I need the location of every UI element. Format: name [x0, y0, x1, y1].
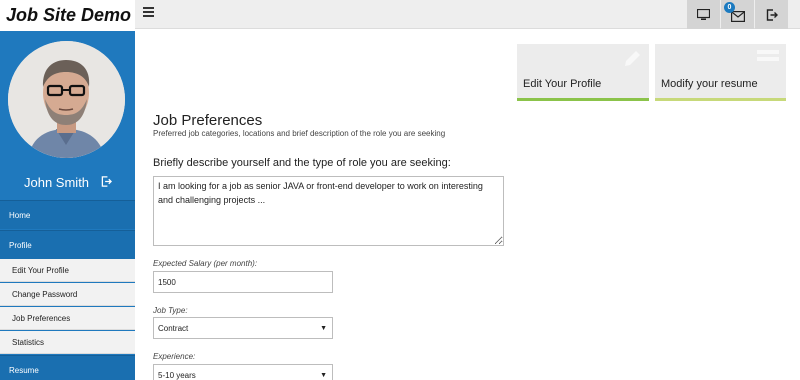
envelope-icon — [730, 11, 745, 22]
modify-resume-card-label: Modify your resume — [661, 78, 758, 90]
notification-badge: 0 — [724, 2, 735, 13]
sidebar-subitem-change-password[interactable]: Change Password — [0, 283, 135, 306]
sidebar-item-resume[interactable]: Resume — [0, 355, 135, 380]
sidebar-item-profile[interactable]: Profile — [0, 230, 135, 259]
job-type-select[interactable]: Contract ▼ — [153, 317, 333, 339]
modify-resume-card[interactable]: Modify your resume — [655, 44, 786, 101]
sidebar-subitem-edit-profile[interactable]: Edit Your Profile — [0, 259, 135, 282]
job-type-value: Contract — [158, 323, 189, 333]
edit-profile-card-label: Edit Your Profile — [523, 78, 602, 90]
chevron-down-icon: ▼ — [320, 324, 327, 332]
description-textarea[interactable]: I am looking for a job as senior JAVA or… — [153, 176, 504, 246]
sidebar-subitem-job-preferences[interactable]: Job Preferences — [0, 307, 135, 330]
user-name[interactable]: John Smith — [24, 175, 89, 190]
messages-button[interactable]: 0 — [721, 0, 754, 29]
avatar — [8, 41, 125, 158]
salary-input[interactable] — [153, 271, 333, 293]
experience-select[interactable]: 5-10 years ▼ — [153, 364, 333, 380]
experience-label: Experience: — [153, 352, 196, 361]
page-title: Job Preferences — [153, 112, 263, 129]
edit-profile-card[interactable]: Edit Your Profile — [517, 44, 649, 101]
monitor-button[interactable] — [687, 0, 720, 29]
logout-button[interactable] — [755, 0, 788, 29]
card-accent-bar — [517, 98, 649, 101]
experience-value: 5-10 years — [158, 370, 196, 380]
menu-icon[interactable] — [143, 7, 154, 19]
list-icon — [757, 50, 779, 61]
sidebar-item-home[interactable]: Home — [0, 200, 135, 229]
salary-label: Expected Salary (per month): — [153, 259, 258, 268]
sidebar-subitem-statistics[interactable]: Statistics — [0, 331, 135, 354]
chevron-down-icon: ▼ — [320, 371, 327, 379]
logout-icon[interactable] — [101, 174, 112, 192]
page-subtitle: Preferred job categories, locations and … — [153, 129, 446, 138]
card-accent-bar — [655, 98, 786, 101]
job-type-label: Job Type: — [153, 306, 188, 315]
sidebar: John Smith Home Profile Edit Your Profil… — [0, 31, 135, 380]
monitor-icon — [697, 8, 710, 20]
logout-icon — [766, 8, 778, 21]
description-label: Briefly describe yourself and the type o… — [153, 157, 451, 169]
pencil-icon — [625, 51, 640, 66]
brand-logo[interactable]: Job Site Demo — [0, 0, 135, 31]
